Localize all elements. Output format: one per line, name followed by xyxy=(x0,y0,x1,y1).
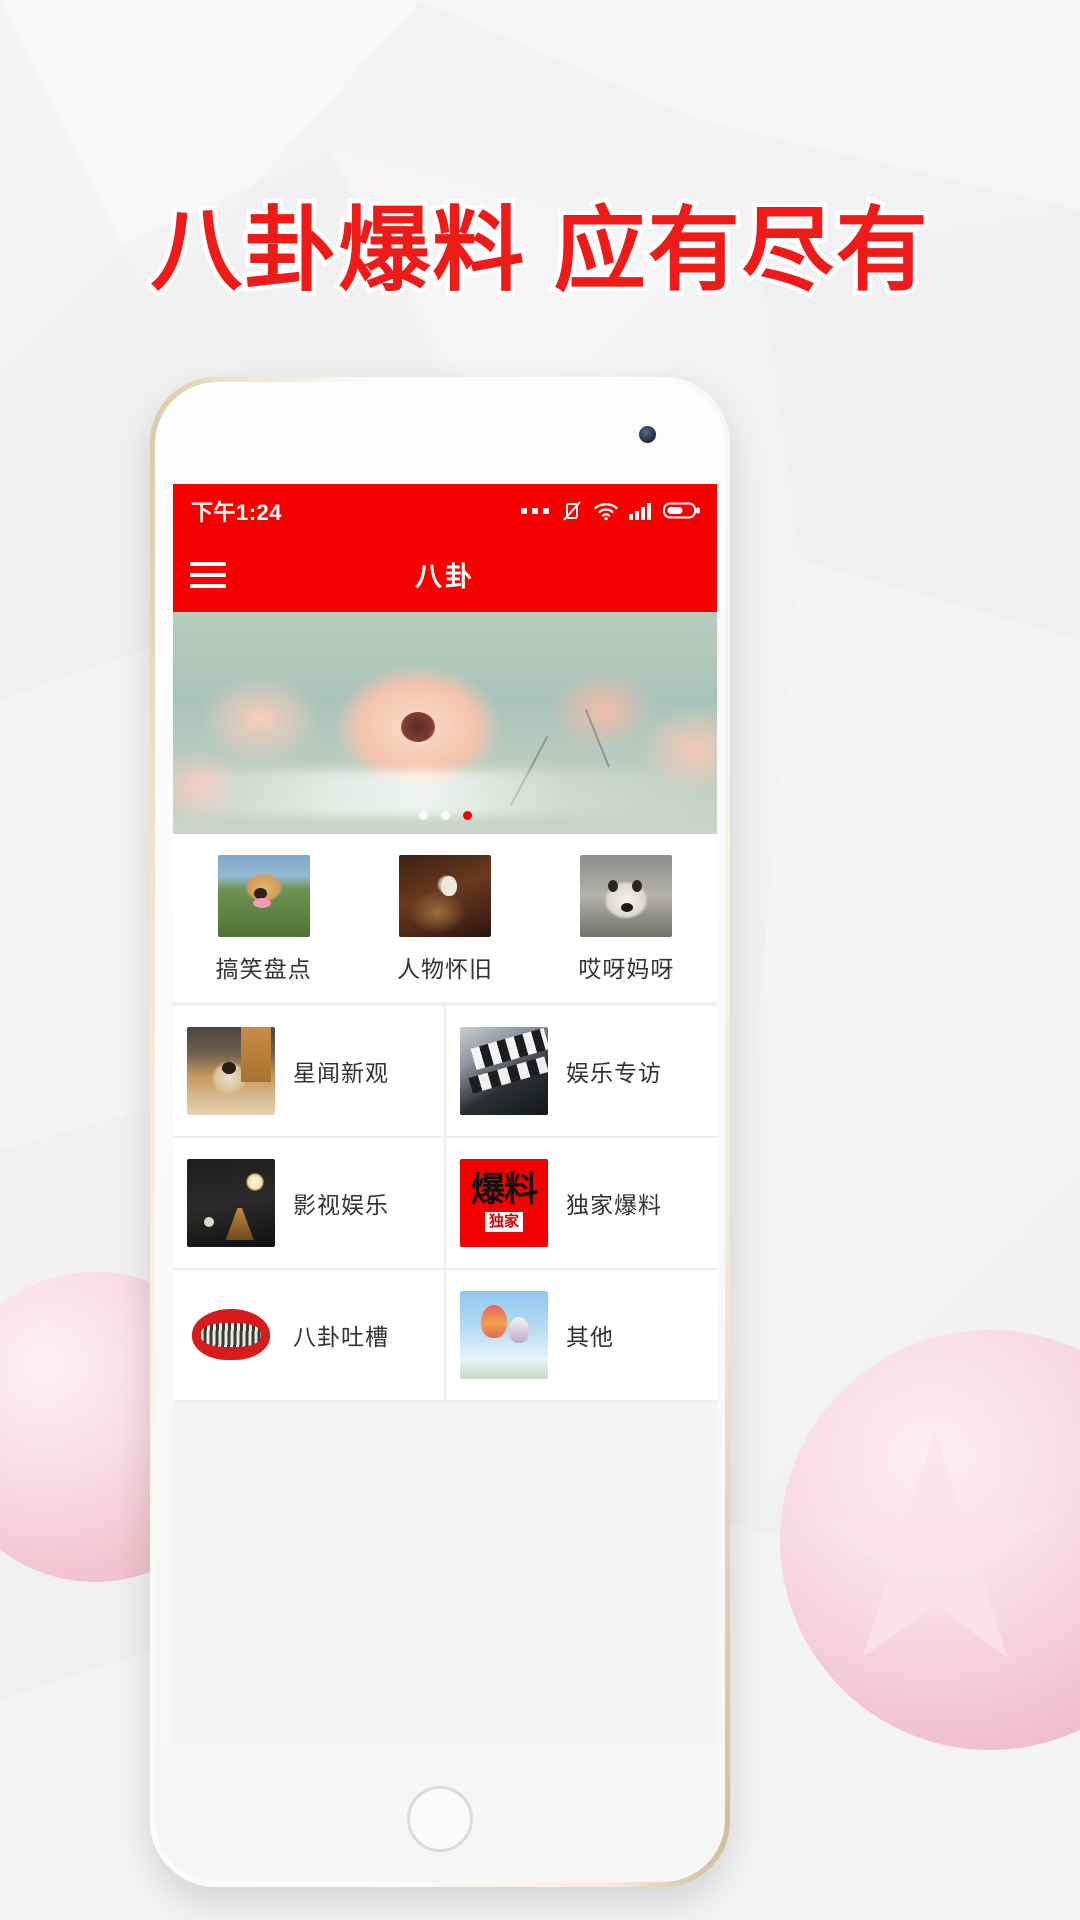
app-nav-bar: 八卦 xyxy=(173,537,717,612)
banner-highlight xyxy=(173,770,717,816)
husky-thumb xyxy=(580,855,673,937)
baoliao-main-text: 爆料 xyxy=(471,1172,538,1209)
proximity-sensor-icon xyxy=(639,426,656,443)
phone-screen: 下午1:24 八卦 搞笑盘点 人物怀旧 哎呀妈呀 星闻新观 娱乐专访 影视娱乐 … xyxy=(173,484,717,1744)
dark-figure-thumb xyxy=(398,855,491,937)
category-row: 星闻新观 娱乐专访 xyxy=(173,1006,717,1138)
status-bar: 下午1:24 xyxy=(173,484,717,537)
top-category-label: 人物怀旧 xyxy=(396,956,493,982)
category-item[interactable]: 其他 xyxy=(444,1270,717,1400)
category-label: 影视娱乐 xyxy=(293,1192,389,1218)
carousel-dots[interactable] xyxy=(173,811,717,820)
baoliao-sub-text: 独家 xyxy=(484,1212,523,1232)
phone-mockup: 下午1:24 八卦 搞笑盘点 人物怀旧 哎呀妈呀 星闻新观 娱乐专访 影视娱乐 … xyxy=(150,377,730,1887)
vibrate-off-icon xyxy=(563,500,581,521)
more-dots-icon xyxy=(521,507,549,514)
category-label: 独家爆料 xyxy=(566,1192,662,1218)
baoliao-red-thumb: 爆料 独家 xyxy=(460,1159,548,1247)
hot-air-balloon-thumb xyxy=(460,1291,548,1379)
category-item[interactable]: 影视娱乐 xyxy=(173,1138,444,1268)
poster-headline: 八卦爆料 应有尽有 xyxy=(146,196,933,307)
top-category-row: 搞笑盘点 人物怀旧 哎呀妈呀 xyxy=(173,834,717,1006)
category-label: 星闻新观 xyxy=(293,1060,389,1086)
carousel-dot[interactable] xyxy=(440,811,450,820)
flower-center xyxy=(400,712,435,743)
carousel-dot[interactable] xyxy=(418,811,428,820)
wifi-icon xyxy=(594,502,618,520)
category-item[interactable]: 八卦吐槽 xyxy=(173,1270,444,1400)
top-category-item[interactable]: 哎呀妈呀 xyxy=(536,855,717,984)
signal-icon xyxy=(629,502,651,520)
category-item[interactable]: 娱乐专访 xyxy=(444,1006,717,1136)
list-bottom-spacer xyxy=(173,1402,717,1458)
carousel-dot-active[interactable] xyxy=(462,811,472,820)
clapperboard-thumb xyxy=(460,1027,548,1115)
shiba-floor-thumb xyxy=(187,1027,275,1115)
top-category-label: 哎呀妈呀 xyxy=(578,956,675,982)
home-button[interactable] xyxy=(407,1786,473,1852)
stage-lights-thumb xyxy=(187,1159,275,1247)
category-row: 影视娱乐 爆料 独家 独家爆料 xyxy=(173,1138,717,1270)
shiba-grass-thumb xyxy=(217,855,310,937)
banner-carousel[interactable] xyxy=(173,612,717,834)
top-category-item[interactable]: 人物怀旧 xyxy=(354,855,535,984)
status-bar-icons xyxy=(521,500,701,522)
category-label: 其他 xyxy=(566,1324,614,1350)
category-grid: 星闻新观 娱乐专访 影视娱乐 爆料 独家 独家爆料 八卦吐槽 其他 xyxy=(173,1006,717,1402)
category-item[interactable]: 星闻新观 xyxy=(173,1006,444,1136)
status-bar-clock: 下午1:24 xyxy=(191,499,283,525)
top-category-label: 搞笑盘点 xyxy=(215,956,312,982)
battery-icon xyxy=(663,502,700,519)
top-category-item[interactable]: 搞笑盘点 xyxy=(173,855,354,984)
phone-body: 下午1:24 八卦 搞笑盘点 人物怀旧 哎呀妈呀 星闻新观 娱乐专访 影视娱乐 … xyxy=(155,382,725,1882)
category-label: 娱乐专访 xyxy=(566,1060,662,1086)
red-lips-thumb xyxy=(187,1291,275,1379)
banner-stem xyxy=(585,709,611,768)
category-item[interactable]: 爆料 独家 独家爆料 xyxy=(444,1138,717,1268)
category-row: 八卦吐槽 其他 xyxy=(173,1270,717,1402)
category-label: 八卦吐槽 xyxy=(293,1324,389,1350)
page-title: 八卦 xyxy=(415,562,475,592)
hamburger-menu-icon[interactable] xyxy=(173,537,243,612)
